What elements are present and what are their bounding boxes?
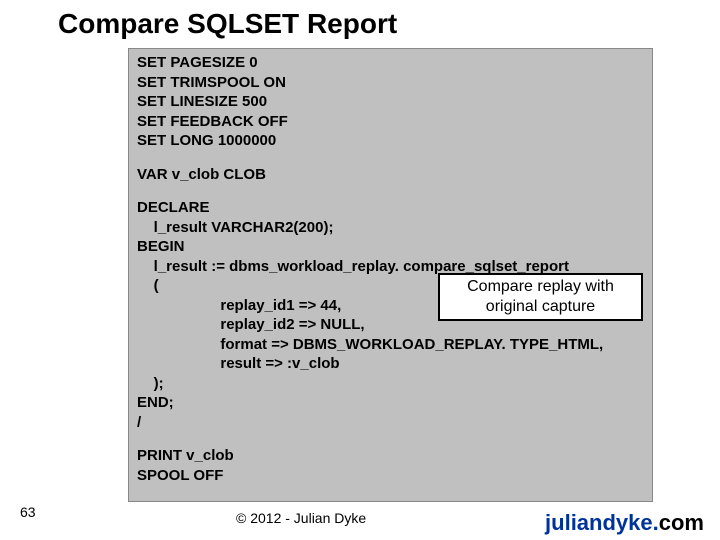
copyright-text: © 2012 - Julian Dyke xyxy=(236,510,366,526)
site-domain: juliandyke. xyxy=(545,510,659,535)
site-url: juliandyke.com xyxy=(545,510,704,536)
slide-title: Compare SQLSET Report xyxy=(58,8,397,40)
site-tld: com xyxy=(659,510,704,535)
sql-tail: PRINT v_clob SPOOL OFF xyxy=(137,446,644,485)
slide: Compare SQLSET Report SET PAGESIZE 0 SET… xyxy=(0,0,720,540)
annotation-callout: Compare replay with original capture xyxy=(438,273,643,321)
sql-settings: SET PAGESIZE 0 SET TRIMSPOOL ON SET LINE… xyxy=(137,53,644,151)
slide-number: 63 xyxy=(20,504,36,520)
sql-var: VAR v_clob CLOB xyxy=(137,165,644,185)
